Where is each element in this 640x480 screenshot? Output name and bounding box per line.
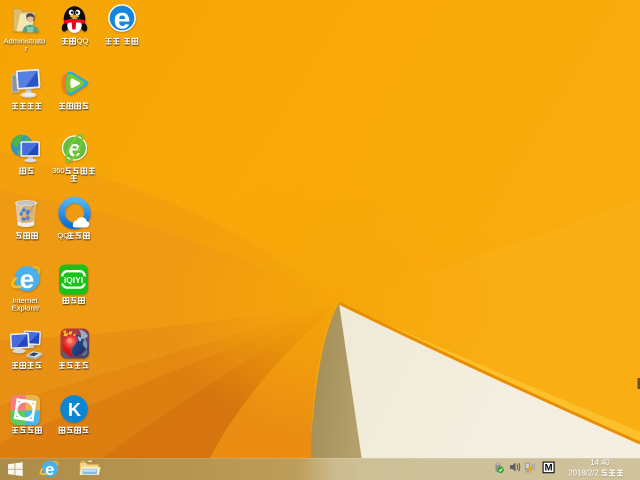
svg-text:iQIYI: iQIYI [64, 275, 83, 285]
svg-text:e: e [45, 460, 54, 479]
svg-text:Explorer: Explorer [12, 303, 40, 312]
svg-text:14:40: 14:40 [590, 458, 610, 467]
svg-text:QQ: QQ [77, 37, 89, 46]
svg-text:360: 360 [52, 166, 65, 175]
svg-text:M: M [545, 463, 553, 474]
svg-text:QQ: QQ [57, 231, 69, 240]
svg-text:2018/2/2: 2018/2/2 [568, 469, 598, 478]
svg-text:e: e [114, 3, 131, 36]
svg-text:K: K [68, 400, 81, 420]
svg-text:e: e [20, 264, 34, 294]
